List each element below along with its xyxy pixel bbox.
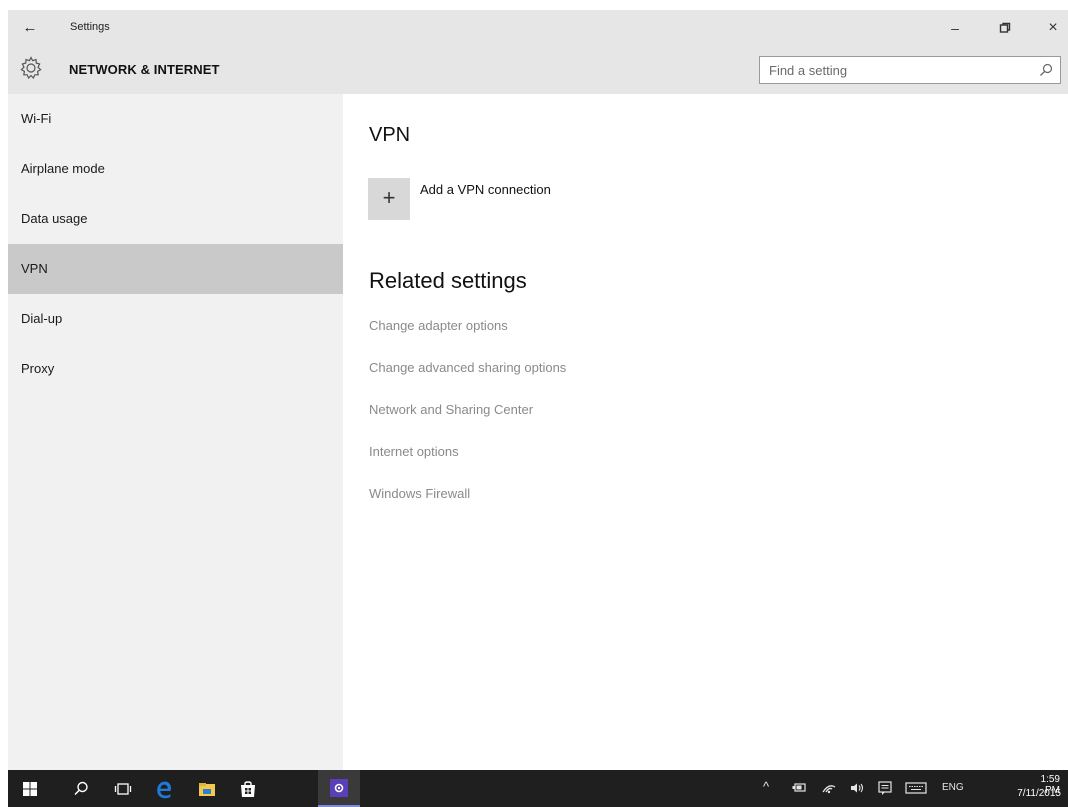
action-center-icon[interactable] xyxy=(876,779,894,797)
clock-date[interactable]: 7/11/2015 xyxy=(1013,788,1061,799)
page-header: NETWORK & INTERNET xyxy=(8,46,1068,94)
search-icon[interactable] xyxy=(1038,62,1054,78)
maximize-button[interactable] xyxy=(985,14,1025,42)
task-view-icon[interactable] xyxy=(112,778,134,800)
link-change-adapter-options[interactable]: Change adapter options xyxy=(369,318,508,333)
search-input[interactable] xyxy=(760,57,1030,83)
sidebar-item-proxy[interactable]: Proxy xyxy=(8,344,343,394)
close-button[interactable]: × xyxy=(1033,14,1068,42)
taskbar: ^ ENG 1:59 PM 7/11/2015 xyxy=(8,770,1068,807)
link-change-advanced-sharing-options[interactable]: Change advanced sharing options xyxy=(369,360,566,375)
show-hidden-icons-chevron[interactable]: ^ xyxy=(763,779,769,794)
sidebar-item-vpn[interactable]: VPN xyxy=(8,244,343,294)
edge-icon[interactable] xyxy=(153,778,175,800)
add-vpn-connection-button[interactable]: + Add a VPN connection xyxy=(368,178,608,222)
link-network-and-sharing-center[interactable]: Network and Sharing Center xyxy=(369,402,533,417)
input-language[interactable]: ENG xyxy=(942,782,964,793)
settings-window: ← Settings – × NETWORK & INTERNET Find a… xyxy=(0,0,1068,807)
sidebar-item-airplane-mode[interactable]: Airplane mode xyxy=(8,144,343,194)
keyboard-icon[interactable] xyxy=(904,779,928,797)
gear-icon xyxy=(20,56,42,80)
sidebar-item-wifi[interactable]: Wi-Fi xyxy=(8,94,343,144)
minimize-button[interactable]: – xyxy=(935,14,975,42)
link-internet-options[interactable]: Internet options xyxy=(369,444,459,459)
search-box[interactable] xyxy=(759,56,1061,84)
volume-icon[interactable] xyxy=(848,779,866,797)
battery-icon[interactable] xyxy=(790,779,808,797)
network-icon[interactable] xyxy=(820,779,838,797)
search-icon[interactable] xyxy=(70,778,92,800)
main-content: VPN + Add a VPN connection Related setti… xyxy=(343,94,1068,770)
file-explorer-icon[interactable] xyxy=(196,778,218,800)
app-title: Settings xyxy=(70,21,110,33)
store-icon[interactable] xyxy=(237,778,259,800)
plus-icon[interactable]: + xyxy=(368,178,410,220)
sidebar-item-dial-up[interactable]: Dial-up xyxy=(8,294,343,344)
section-title: NETWORK & INTERNET xyxy=(69,62,220,77)
settings-app-icon xyxy=(330,779,348,797)
restore-icon xyxy=(999,22,1011,33)
page-title: VPN xyxy=(369,124,411,146)
link-windows-firewall[interactable]: Windows Firewall xyxy=(369,486,470,501)
windows-start-icon[interactable] xyxy=(19,778,41,800)
title-bar: ← Settings – × xyxy=(8,10,1068,46)
sidebar: Wi-Fi Airplane mode Data usage VPN Dial-… xyxy=(8,94,343,770)
sidebar-item-data-usage[interactable]: Data usage xyxy=(8,194,343,244)
add-vpn-label[interactable]: Add a VPN connection xyxy=(420,182,551,197)
taskbar-settings-button[interactable] xyxy=(318,770,360,807)
related-settings-heading: Related settings xyxy=(369,268,527,293)
back-arrow-icon[interactable]: ← xyxy=(18,16,42,40)
